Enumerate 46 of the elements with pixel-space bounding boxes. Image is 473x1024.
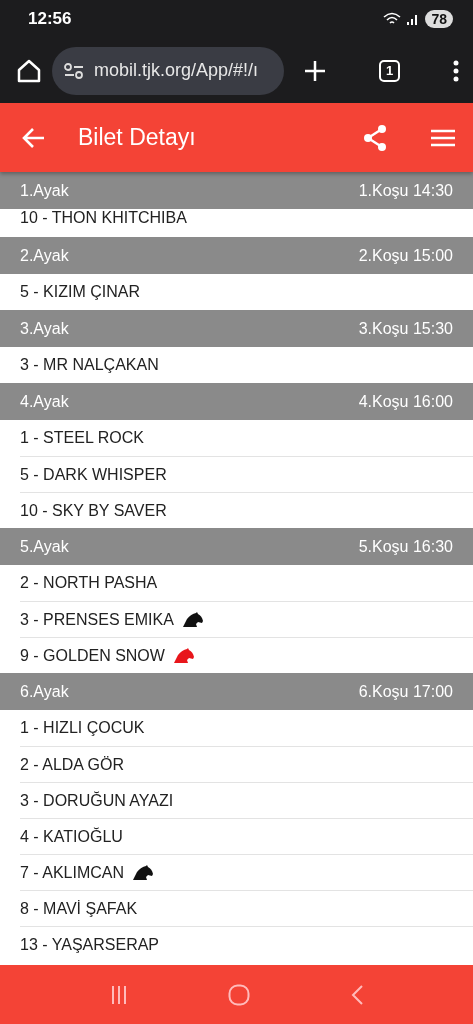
horse-name: 7 - AKLIMCAN	[20, 863, 125, 882]
horse-name: 3 - DORUĞUN AYAZI	[20, 791, 174, 810]
home-button[interactable]	[16, 57, 42, 84]
tab-count-button[interactable]: 1	[378, 59, 401, 82]
horse-name: 2 - ALDA GÖR	[20, 755, 125, 774]
horse-name: 5 - DARK WHISPER	[20, 465, 167, 484]
signal-icon	[407, 13, 420, 25]
site-settings-icon[interactable]	[64, 62, 84, 79]
horse-name: 1 - HIZLI ÇOCUK	[20, 719, 145, 737]
race-time: 6.Koşu 17:00	[358, 682, 453, 701]
horse-name: 3 - MR NALÇAKAN	[20, 356, 159, 374]
race-time: 4.Koşu 16:00	[358, 392, 453, 411]
leg-label: 1.Ayak	[20, 181, 69, 200]
back-nav-icon[interactable]	[350, 984, 363, 1005]
horse-name: 5 - KIZIM ÇINAR	[20, 283, 140, 301]
address-bar[interactable]: mobil.tjk.org/App/#!/ı	[52, 46, 284, 95]
more-options-icon[interactable]	[453, 59, 459, 82]
new-tab-button[interactable]	[304, 59, 326, 82]
leg-label: 3.Ayak	[20, 319, 69, 338]
leg-label: 4.Ayak	[20, 392, 69, 411]
race-time: 1.Koşu 14:30	[358, 181, 453, 200]
horse-name: 10 - SKY BY SAVER	[20, 501, 167, 520]
leg-label: 5.Ayak	[20, 537, 69, 556]
leg-label: 2.Ayak	[20, 246, 69, 265]
leg-label: 6.Ayak	[20, 682, 69, 701]
status-time: 12:56	[28, 9, 72, 29]
back-arrow-icon[interactable]	[22, 126, 46, 149]
share-icon[interactable]	[363, 124, 387, 151]
race-time: 3.Koşu 15:30	[358, 319, 453, 338]
horse-name: 8 - MAVİ ŞAFAK	[20, 899, 138, 918]
horse-name: 10 - THON KHITCHIBA	[20, 209, 187, 227]
home-nav-icon[interactable]	[227, 983, 250, 1006]
menu-icon[interactable]	[431, 128, 455, 147]
recent-apps-icon[interactable]	[110, 985, 127, 1004]
page-title: Bilet Detayı	[78, 124, 197, 151]
wifi-icon	[383, 12, 402, 26]
horse-name: 2 - NORTH PASHA	[20, 574, 158, 592]
race-time: 2.Koşu 15:00	[358, 246, 453, 265]
horse-name: 13 - YAŞARSERAP	[20, 935, 160, 954]
horse-name: 3 - PRENSES EMIKA	[20, 610, 174, 629]
horse-name: 1 - STEEL ROCK	[20, 429, 144, 447]
horse-name: 4 - KATIOĞLU	[20, 827, 123, 846]
battery-indicator: 78	[425, 10, 453, 28]
race-time: 5.Koşu 16:30	[358, 537, 453, 556]
url-text: mobil.tjk.org/App/#!/ı	[94, 60, 259, 81]
horse-name: 9 - GOLDEN SNOW	[20, 646, 165, 665]
